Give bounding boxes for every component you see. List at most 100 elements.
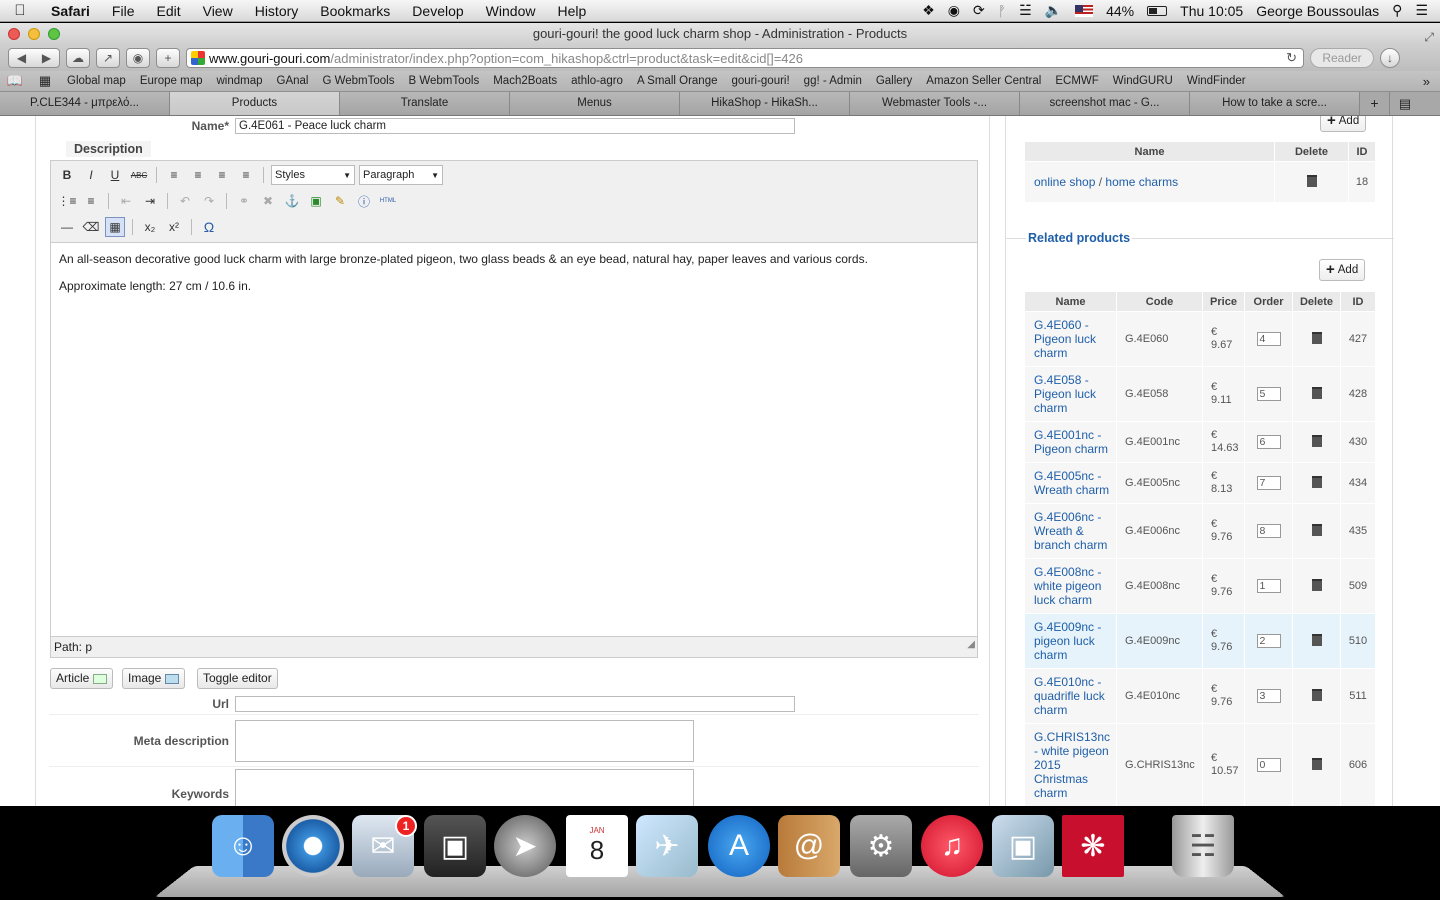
html-source-icon[interactable]: HTML [378, 191, 398, 211]
align-center-icon[interactable]: ≡ [188, 165, 208, 185]
add-tab-icon[interactable]: + [1360, 92, 1390, 115]
tab-products[interactable]: Products [170, 92, 340, 115]
app-store-icon[interactable]: A [708, 815, 770, 877]
bookmark-a-small-orange[interactable]: A Small Orange [630, 75, 725, 87]
align-right-icon[interactable]: ≡ [212, 165, 232, 185]
menu-app-safari[interactable]: Safari [40, 3, 101, 19]
related-name[interactable]: G.4E060 - Pigeon luck charm [1024, 311, 1117, 367]
top-sites-icon[interactable]: ▦ [30, 73, 60, 89]
undo-icon[interactable]: ↶ [175, 191, 195, 211]
order-input[interactable]: 7 [1256, 476, 1281, 490]
order-input[interactable]: 1 [1256, 579, 1281, 593]
resize-handle-icon[interactable]: ◢ [967, 635, 975, 655]
menu-history[interactable]: History [244, 3, 310, 19]
image-button[interactable]: Image [122, 668, 186, 689]
notification-center-icon[interactable]: ☰ [1415, 2, 1428, 19]
bookmark-gg-admin[interactable]: gg! - Admin [797, 75, 869, 87]
safari-icon[interactable] [282, 815, 344, 877]
tab-menus[interactable]: Menus [510, 92, 680, 115]
menu-help[interactable]: Help [546, 3, 597, 19]
apple-menu-icon[interactable]:  [0, 2, 40, 19]
reading-list-icon[interactable]: 📖 [0, 73, 30, 89]
trash-icon[interactable] [1311, 331, 1322, 344]
bookmark-windfinder[interactable]: WindFinder [1180, 75, 1253, 87]
horizontal-rule-icon[interactable]: — [57, 217, 77, 237]
iphoto-icon[interactable]: ▣ [992, 815, 1054, 877]
table-icon[interactable]: ▦ [105, 217, 125, 237]
tab-hikashop[interactable]: HikaShop - HikaSh... [680, 92, 850, 115]
tab-translate[interactable]: Translate [340, 92, 510, 115]
menu-develop[interactable]: Develop [401, 3, 474, 19]
related-name[interactable]: G.4E010nc - quadrifle luck charm [1024, 668, 1117, 724]
share-button[interactable]: ↗ [96, 48, 120, 68]
contacts-icon[interactable]: @ [778, 815, 840, 877]
order-input[interactable]: 4 [1256, 332, 1281, 346]
redo-icon[interactable]: ↷ [199, 191, 219, 211]
name-input[interactable]: G.4E061 - Peace luck charm [235, 118, 795, 134]
order-input[interactable]: 6 [1256, 435, 1281, 449]
photo-booth-icon[interactable]: ▣ [424, 815, 486, 877]
dropbox-icon[interactable]: ❖ [922, 2, 935, 19]
bold-icon[interactable]: B [57, 165, 77, 185]
itunes-icon[interactable]: ♫ [921, 815, 983, 877]
address-bar[interactable]: www.gouri-gouri.com /administrator/index… [186, 48, 1304, 68]
trash-icon[interactable] [1311, 757, 1322, 770]
related-name[interactable]: G.4E006nc - Wreath & branch charm [1024, 503, 1117, 559]
tab-pcle344[interactable]: P.CLE344 - μπρελό... [0, 92, 170, 115]
battery-percent[interactable]: 44% [1106, 3, 1134, 19]
unlink-icon[interactable]: ✖ [258, 191, 278, 211]
minimize-window-button[interactable] [28, 28, 40, 40]
order-input[interactable]: 0 [1256, 758, 1281, 772]
calendar-icon[interactable]: JAN 8 [566, 815, 628, 877]
bookmark-global-map[interactable]: Global map [60, 75, 133, 87]
trash-icon[interactable]: ☵ [1172, 815, 1234, 877]
tab-screenshot-mac[interactable]: screenshot mac - G... [1020, 92, 1190, 115]
back-forward-buttons[interactable]: ◀ ▶ [8, 48, 60, 68]
editor-content-area[interactable]: An all-season decorative good luck charm… [51, 243, 977, 315]
trash-icon[interactable] [1311, 578, 1322, 591]
bookmark-ganal[interactable]: GAnal [270, 75, 316, 87]
related-name[interactable]: G.4E009nc - pigeon luck charm [1024, 613, 1117, 669]
toggle-editor-button[interactable]: Toggle editor [197, 668, 278, 689]
related-name[interactable]: G.4E058 - Pigeon luck charm [1024, 366, 1117, 422]
order-input[interactable]: 5 [1256, 387, 1281, 401]
insert-image-icon[interactable]: ▣ [306, 191, 326, 211]
trash-icon[interactable] [1311, 386, 1322, 399]
wifi-icon[interactable]: ☱ [1019, 2, 1032, 19]
close-window-button[interactable] [8, 28, 20, 40]
cleanup-icon[interactable]: ✎ [330, 191, 350, 211]
forward-arrow-icon[interactable]: ▶ [42, 51, 51, 65]
trash-icon[interactable] [1311, 633, 1322, 646]
trash-icon[interactable] [1306, 174, 1317, 187]
bookmark-europe-map[interactable]: Europe map [133, 75, 210, 87]
bookmark-g-webmtools[interactable]: G WebmTools [315, 75, 401, 87]
tab-overview-icon[interactable]: ▤ [1390, 92, 1420, 115]
bookmark-gouri-gouri[interactable]: gouri-gouri! [725, 75, 797, 87]
bookmark-amazon-seller-central[interactable]: Amazon Seller Central [919, 75, 1048, 87]
trash-icon[interactable] [1311, 523, 1322, 536]
bookmark-gallery[interactable]: Gallery [869, 75, 919, 87]
maps-icon[interactable]: ✈ [636, 815, 698, 877]
link-icon[interactable]: ⚭ [234, 191, 254, 211]
article-button[interactable]: Article [50, 668, 114, 689]
styles-select[interactable]: Styles ▼ [271, 165, 355, 185]
add-category-button[interactable]: + Add [1320, 116, 1367, 132]
category-link-home-charms[interactable]: home charms [1105, 175, 1178, 189]
system-preferences-icon[interactable]: ⚙ [850, 815, 912, 877]
volume-icon[interactable]: 🔈 [1045, 2, 1062, 19]
bookmark-windmap[interactable]: windmap [209, 75, 269, 87]
battery-icon[interactable] [1147, 5, 1168, 16]
back-arrow-icon[interactable]: ◀ [17, 51, 26, 65]
input-source-flag-icon[interactable] [1075, 4, 1094, 17]
category-link-online-shop[interactable]: online shop [1034, 175, 1095, 189]
underline-icon[interactable]: U [105, 165, 125, 185]
order-input[interactable]: 2 [1256, 634, 1281, 648]
url-input[interactable] [235, 696, 795, 712]
bookmark-mach2boats[interactable]: Mach2Boats [486, 75, 564, 87]
new-tab-button[interactable]: + [156, 48, 180, 68]
bookmark-b-webmtools[interactable]: B WebmTools [401, 75, 486, 87]
related-name[interactable]: G.4E008nc - white pigeon luck charm [1024, 558, 1117, 614]
menu-edit[interactable]: Edit [145, 3, 191, 19]
icloud-tabs-button[interactable]: ☁ [66, 48, 90, 68]
related-name[interactable]: G.4E001nc - Pigeon charm [1024, 421, 1117, 463]
